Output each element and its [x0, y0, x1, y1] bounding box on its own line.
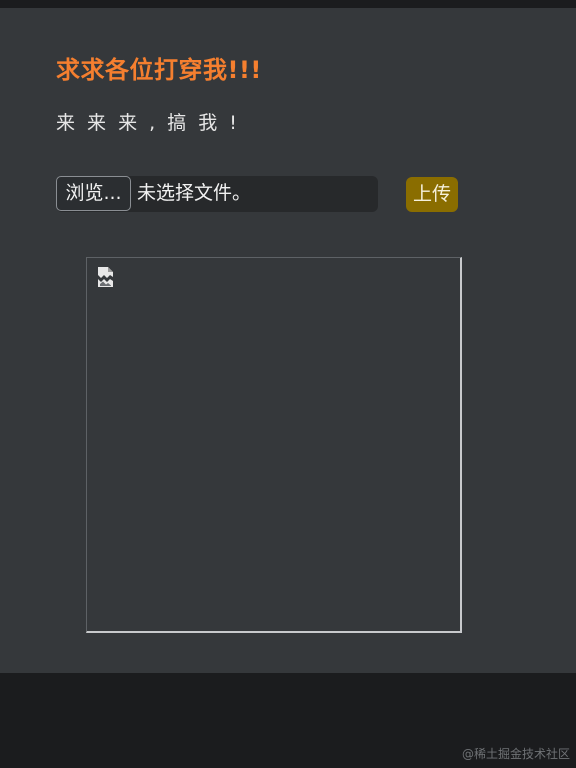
top-bar	[0, 0, 576, 8]
upload-button[interactable]: 上传	[406, 177, 458, 212]
browse-button[interactable]: 浏览...	[56, 176, 131, 211]
image-preview	[86, 257, 462, 633]
footer: @稀土掘金技术社区	[0, 673, 576, 768]
watermark: @稀土掘金技术社区	[461, 747, 570, 761]
broken-image-icon	[98, 267, 113, 287]
file-input[interactable]: 浏览... 未选择文件。	[56, 176, 378, 212]
file-status-text: 未选择文件。	[137, 182, 252, 204]
page-subtitle: 来 来 来 , 搞 我 !	[56, 112, 240, 134]
page-title: 求求各位打穿我!!!	[56, 56, 262, 84]
